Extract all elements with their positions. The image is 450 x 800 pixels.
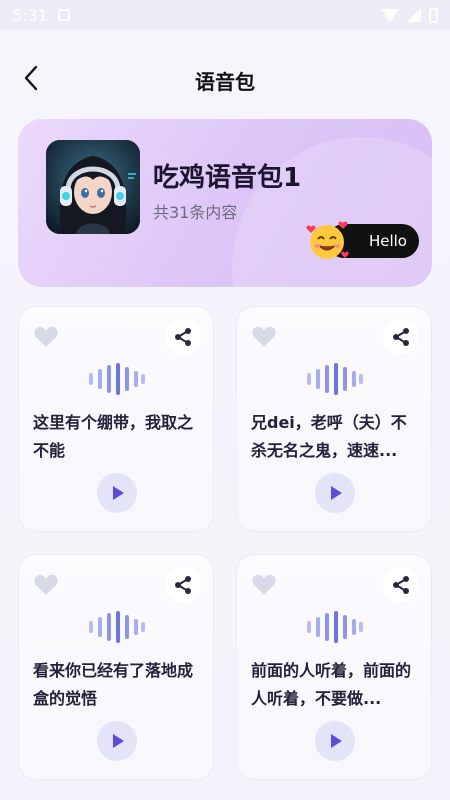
hello-label: Hello xyxy=(368,232,407,250)
audio-wave-icon xyxy=(307,611,363,643)
battery-icon xyxy=(429,7,438,23)
share-button[interactable] xyxy=(383,319,419,355)
header: 语音包 xyxy=(0,58,450,98)
heart-icon[interactable] xyxy=(251,573,277,597)
audio-wave-icon xyxy=(307,363,363,395)
share-icon xyxy=(175,328,191,346)
heart-icon[interactable] xyxy=(33,325,59,349)
play-button[interactable] xyxy=(97,473,137,513)
voice-clip-text: 兄dei，老呼（夫）不杀无名之鬼，速速... xyxy=(251,413,407,460)
audio-wave-icon xyxy=(89,611,145,643)
voice-clip-text: 看来你已经有了落地成盒的觉悟 xyxy=(33,661,194,708)
voice-clip-card[interactable]: 兄dei，老呼（夫）不杀无名之鬼，速速... xyxy=(236,306,432,532)
pack-cover-image xyxy=(46,140,140,234)
play-button[interactable] xyxy=(315,473,355,513)
status-time: 5:31 xyxy=(12,5,48,25)
play-button[interactable] xyxy=(315,721,355,761)
play-icon xyxy=(113,486,124,500)
voice-clip-text: 前面的人听着，前面的人听着，不要做... xyxy=(251,661,412,708)
voice-clip-text: 这里有个绷带，我取之不能 xyxy=(33,413,194,460)
wifi-icon xyxy=(381,8,399,22)
voice-clip-card[interactable]: 前面的人听着，前面的人听着，不要做... xyxy=(236,554,432,780)
share-icon xyxy=(393,576,409,594)
audio-wave-icon xyxy=(89,363,145,395)
hello-badge: Hello xyxy=(305,217,425,263)
heart-icon[interactable] xyxy=(251,325,277,349)
share-button[interactable] xyxy=(165,319,201,355)
share-button[interactable] xyxy=(383,567,419,603)
signal-icon xyxy=(407,8,421,22)
pack-name: 吃鸡语音包1 xyxy=(153,163,302,193)
play-button[interactable] xyxy=(97,721,137,761)
share-icon xyxy=(393,328,409,346)
status-bar: 5:31 xyxy=(0,0,450,30)
heart-icon[interactable] xyxy=(33,573,59,597)
notification-icon xyxy=(57,9,70,21)
voice-clip-card[interactable]: 这里有个绷带，我取之不能 xyxy=(18,306,214,532)
play-icon xyxy=(331,734,342,748)
share-icon xyxy=(175,576,191,594)
share-button[interactable] xyxy=(165,567,201,603)
play-icon xyxy=(113,734,124,748)
page-title: 语音包 xyxy=(195,70,255,94)
play-icon xyxy=(331,486,342,500)
pack-item-count: 共31条内容 xyxy=(153,203,238,222)
smiling-hearts-emoji-icon xyxy=(306,221,349,259)
voice-clip-card[interactable]: 看来你已经有了落地成盒的觉悟 xyxy=(18,554,214,780)
voice-pack-card: 吃鸡语音包1 共31条内容 Hello xyxy=(18,119,432,287)
